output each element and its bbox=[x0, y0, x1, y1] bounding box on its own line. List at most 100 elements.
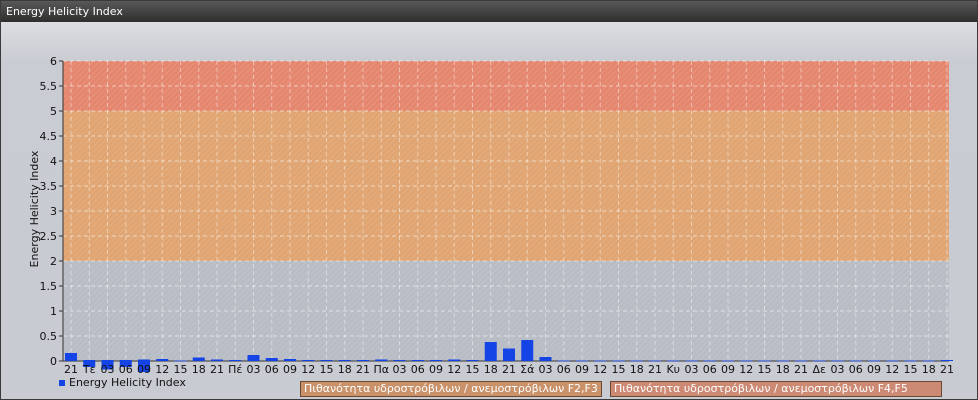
bar bbox=[703, 360, 716, 362]
xtick-label: 06 bbox=[557, 363, 571, 376]
bar bbox=[922, 360, 935, 362]
xtick-label: 18 bbox=[776, 363, 790, 376]
xtick-label: 21 bbox=[356, 363, 370, 376]
xtick-label: 21 bbox=[940, 363, 954, 376]
bar bbox=[211, 359, 223, 361]
bar bbox=[795, 360, 807, 362]
bar bbox=[338, 360, 351, 361]
series-legend-label: Energy Helicity Index bbox=[69, 376, 186, 389]
ytick-label: 1 bbox=[50, 305, 57, 318]
bar bbox=[758, 360, 771, 362]
chart-panel: Energy Helicity Index 0 0.5 1 1.5 2 2.5 3 3.5 4 4… bbox=[0, 0, 978, 400]
bar bbox=[557, 360, 570, 362]
bar bbox=[612, 360, 625, 362]
xtick-label: Κυ bbox=[666, 363, 680, 376]
ytick-label: 0.5 bbox=[40, 330, 58, 343]
ytick-label: 1.5 bbox=[40, 280, 58, 293]
xtick-label: 06 bbox=[119, 363, 133, 376]
xtick-label: 03 bbox=[247, 363, 261, 376]
bar bbox=[357, 360, 369, 361]
legend-band-f4f5: Πιθανότητα υδροστρόβιλων / ανεμοστρόβιλω… bbox=[610, 381, 942, 397]
xtick-label: Πέ bbox=[228, 363, 242, 376]
xtick-label: 18 bbox=[484, 363, 498, 376]
bar bbox=[503, 348, 515, 361]
xtick-label: 03 bbox=[539, 363, 553, 376]
xtick-label: Δε bbox=[813, 363, 827, 376]
ytick-label: 3 bbox=[50, 205, 57, 218]
bar bbox=[247, 355, 260, 361]
xtick-label: 03 bbox=[831, 363, 845, 376]
series-legend-swatch bbox=[59, 380, 65, 386]
bar bbox=[393, 360, 406, 361]
bar bbox=[484, 342, 497, 361]
ytick-label: 5.5 bbox=[40, 80, 58, 93]
bar bbox=[667, 360, 680, 362]
ytick-label: 6 bbox=[50, 55, 57, 68]
bar bbox=[868, 360, 880, 362]
xtick-label: 18 bbox=[922, 363, 936, 376]
xtick-label: 12 bbox=[885, 363, 899, 376]
bar bbox=[174, 360, 187, 362]
xtick-label: 12 bbox=[593, 363, 607, 376]
xtick-label: 09 bbox=[867, 363, 881, 376]
bar bbox=[521, 340, 534, 361]
xtick-label: 15 bbox=[466, 363, 480, 376]
bar bbox=[576, 360, 588, 362]
bar bbox=[156, 359, 169, 361]
xtick-label: 18 bbox=[630, 363, 644, 376]
bar bbox=[119, 360, 132, 361]
xtick-label: 21 bbox=[210, 363, 224, 376]
xtick-label: Πα bbox=[373, 363, 389, 376]
xtick-label: 21 bbox=[64, 363, 78, 376]
bar bbox=[101, 360, 114, 361]
ytick-label: 4 bbox=[50, 155, 57, 168]
xtick-label: 09 bbox=[283, 363, 297, 376]
bar bbox=[138, 359, 150, 361]
bar bbox=[904, 360, 917, 362]
bar bbox=[192, 357, 205, 361]
xtick-label: Τε bbox=[82, 363, 96, 376]
bar bbox=[849, 360, 862, 362]
xtick-label: 21 bbox=[794, 363, 808, 376]
xtick-label: 18 bbox=[192, 363, 206, 376]
xtick-label: 15 bbox=[320, 363, 334, 376]
xtick-label: 09 bbox=[575, 363, 589, 376]
bar bbox=[411, 360, 424, 361]
bar bbox=[448, 359, 461, 361]
xtick-label: 12 bbox=[739, 363, 753, 376]
xtick-label: 15 bbox=[904, 363, 918, 376]
xtick-label: 12 bbox=[447, 363, 461, 376]
ehi-chart: 0 0.5 1 1.5 2 2.5 3 3.5 4 4.5 5 5.5 6 21 Τε 03 06 09 12 15 1… bbox=[28, 55, 954, 376]
series-legend[interactable]: Energy Helicity Index bbox=[59, 376, 186, 390]
bar bbox=[685, 360, 698, 362]
bar bbox=[265, 358, 278, 361]
xtick-label: 03 bbox=[393, 363, 407, 376]
bar bbox=[284, 359, 296, 361]
bar bbox=[594, 360, 607, 362]
ytick-label: 0 bbox=[50, 355, 57, 368]
bar bbox=[630, 360, 643, 362]
xtick-label: 03 bbox=[101, 363, 115, 376]
xtick-label: 03 bbox=[685, 363, 699, 376]
xtick-label: 12 bbox=[155, 363, 169, 376]
xtick-label: 06 bbox=[849, 363, 863, 376]
ytick-label: 2 bbox=[50, 255, 57, 268]
bar bbox=[320, 360, 333, 361]
xtick-label: 12 bbox=[301, 363, 315, 376]
bar bbox=[466, 360, 479, 361]
xtick-label: 09 bbox=[137, 363, 151, 376]
bar bbox=[83, 360, 96, 361]
bar bbox=[649, 360, 661, 362]
xtick-label: 09 bbox=[721, 363, 735, 376]
bar bbox=[813, 360, 826, 362]
xtick-label: Σά bbox=[520, 363, 534, 376]
ytick-label: 2.5 bbox=[40, 230, 58, 243]
xtick-label: 06 bbox=[411, 363, 425, 376]
bar bbox=[65, 353, 77, 361]
bar bbox=[740, 360, 753, 362]
ytick-label: 5 bbox=[50, 105, 57, 118]
bar bbox=[722, 360, 734, 362]
xtick-label: 18 bbox=[338, 363, 352, 376]
xtick-label: 15 bbox=[612, 363, 626, 376]
bar bbox=[430, 360, 442, 361]
